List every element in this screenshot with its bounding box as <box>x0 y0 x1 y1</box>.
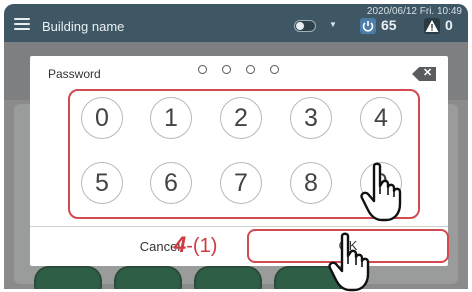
power-count: 65 <box>381 17 397 33</box>
background-toggle <box>114 266 182 289</box>
password-dots <box>198 65 298 81</box>
background-toggle <box>194 266 262 289</box>
step-number: 4 <box>174 232 187 257</box>
hand-pointer-icon <box>328 232 370 292</box>
key-8[interactable]: 8 <box>290 162 332 204</box>
password-dialog: Password ✕ 0 1 2 3 4 5 6 7 8 9 Cancel OK <box>30 56 449 266</box>
date-time: 2020/06/12 Fri. 10:49 <box>366 6 462 17</box>
key-1[interactable]: 1 <box>150 97 192 139</box>
menu-icon[interactable] <box>14 18 30 30</box>
dialog-divider <box>30 226 448 227</box>
key-2[interactable]: 2 <box>220 97 262 139</box>
backspace-icon[interactable]: ✕ <box>412 67 436 81</box>
alert-count: 0 <box>445 17 453 33</box>
building-name-title: Building name <box>42 19 125 34</box>
key-5[interactable]: 5 <box>81 162 123 204</box>
key-0[interactable]: 0 <box>81 97 123 139</box>
top-bar: Building name 2020/06/12 Fri. 10:49 ▼ 65… <box>4 4 468 42</box>
key-7[interactable]: 7 <box>220 162 262 204</box>
key-3[interactable]: 3 <box>290 97 332 139</box>
toggle-icon[interactable] <box>294 20 316 32</box>
password-label: Password <box>48 67 101 81</box>
device-screen: Building name 2020/06/12 Fri. 10:49 ▼ 65… <box>4 4 468 289</box>
hand-pointer-icon <box>360 162 402 222</box>
key-4[interactable]: 4 <box>360 97 402 139</box>
chevron-down-icon[interactable]: ▼ <box>329 20 337 29</box>
power-icon <box>360 18 376 34</box>
key-6[interactable]: 6 <box>150 162 192 204</box>
background-toggle <box>34 266 102 289</box>
step-annotation: 4-(1) <box>174 232 217 258</box>
step-suffix: -(1) <box>186 235 218 257</box>
warning-icon <box>424 18 440 34</box>
